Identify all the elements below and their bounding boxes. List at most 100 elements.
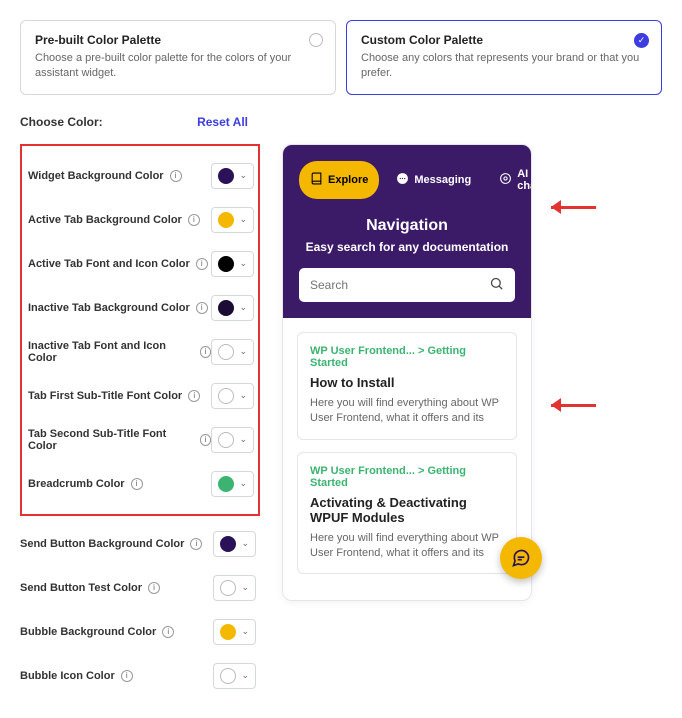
color-swatch — [220, 668, 236, 684]
result-title: How to Install — [310, 375, 504, 390]
color-item: Inactive Tab Background Colori⌄ — [28, 286, 258, 330]
chevron-down-icon: ⌄ — [239, 258, 247, 269]
search-box[interactable] — [299, 268, 515, 302]
preview-title: Navigation — [299, 217, 515, 235]
card-desc: Choose any colors that represents your b… — [361, 51, 647, 82]
tab-explore[interactable]: Explore — [299, 161, 379, 199]
color-item: Tab Second Sub-Title Font Colori ⌄ — [28, 418, 258, 462]
color-picker-button[interactable]: ⌄ — [211, 251, 254, 277]
color-picker-button[interactable]: ⌄ — [211, 339, 254, 365]
tab-label: Explore — [328, 174, 368, 186]
chevron-down-icon: ⌄ — [241, 626, 249, 637]
arrow-icon — [551, 400, 596, 410]
color-picker-button[interactable]: ⌄ — [211, 383, 254, 409]
color-item-label: Tab Second Sub-Title Font Colori — [28, 428, 211, 452]
info-icon[interactable]: i — [131, 478, 143, 490]
highlight-box: Widget Background Colori⌄Active Tab Back… — [20, 144, 260, 516]
bubble-button[interactable] — [500, 537, 542, 579]
chevron-down-icon: ⌄ — [239, 478, 247, 489]
result-title: Activating & Deactivating WPUF Modules — [310, 495, 504, 525]
color-item-label: Bubble Icon Colori — [20, 670, 133, 682]
color-item: Active Tab Background Colori ⌄ — [28, 198, 258, 242]
info-icon[interactable]: i — [196, 302, 208, 314]
info-icon[interactable]: i — [121, 670, 133, 682]
reset-all-button[interactable]: Reset All — [197, 115, 248, 129]
color-item: Breadcrumb Colori ⌄ — [28, 462, 258, 506]
widget-preview: Explore Messaging AI chat Navigation Eas… — [282, 144, 532, 602]
color-picker-button[interactable]: ⌄ — [211, 163, 254, 189]
color-picker-button[interactable]: ⌄ — [213, 619, 256, 645]
color-item-label: Active Tab Font and Icon Colori — [28, 258, 208, 270]
color-item: Widget Background Colori ⌄ — [28, 154, 258, 198]
info-icon[interactable]: i — [188, 214, 200, 226]
color-item-label: Active Tab Background Colori — [28, 214, 200, 226]
color-swatch — [218, 256, 234, 272]
color-picker-button[interactable]: ⌄ — [211, 427, 254, 453]
card-title: Pre-built Color Palette — [35, 33, 321, 47]
tab-aichat[interactable]: AI chat — [488, 161, 532, 199]
color-item-label: Send Button Test Colori — [20, 582, 160, 594]
info-icon[interactable]: i — [148, 582, 160, 594]
radio-icon — [309, 33, 323, 47]
color-item: Bubble Background Colori ⌄ — [20, 610, 260, 654]
custom-palette-card[interactable]: Custom Color Palette Choose any colors t… — [346, 20, 662, 95]
color-picker-button[interactable]: ⌄ — [211, 207, 254, 233]
color-swatch — [220, 536, 236, 552]
info-icon[interactable]: i — [188, 390, 200, 402]
info-icon[interactable]: i — [200, 346, 212, 358]
chat-icon — [511, 548, 531, 568]
tab-label: Messaging — [414, 174, 471, 186]
color-list: Widget Background Colori⌄Active Tab Back… — [20, 144, 260, 698]
color-swatch — [218, 388, 234, 404]
chevron-down-icon: ⌄ — [241, 582, 249, 593]
info-icon[interactable]: i — [200, 434, 212, 446]
color-swatch — [220, 580, 236, 596]
color-item-label: Bubble Background Colori — [20, 626, 174, 638]
color-item-label: Tab First Sub-Title Font Colori — [28, 390, 200, 402]
color-swatch — [218, 212, 234, 228]
chevron-down-icon: ⌄ — [239, 346, 247, 357]
breadcrumb: WP User Frontend... > Getting Started — [310, 345, 504, 369]
color-item-label: Widget Background Colori — [28, 170, 182, 182]
color-swatch — [218, 432, 234, 448]
search-input[interactable] — [310, 278, 489, 292]
color-picker-button[interactable]: ⌄ — [211, 471, 254, 497]
info-icon[interactable]: i — [162, 626, 174, 638]
prebuilt-palette-card[interactable]: Pre-built Color Palette Choose a pre-bui… — [20, 20, 336, 95]
breadcrumb: WP User Frontend... > Getting Started — [310, 465, 504, 489]
color-item: Inactive Tab Font and Icon Colori⌄ — [28, 330, 258, 374]
chevron-down-icon: ⌄ — [239, 434, 247, 445]
color-item-label: Breadcrumb Colori — [28, 478, 143, 490]
card-desc: Choose a pre-built color palette for the… — [35, 51, 321, 82]
chevron-down-icon: ⌄ — [239, 390, 247, 401]
tab-messaging[interactable]: Messaging — [385, 161, 482, 199]
arrow-icon — [551, 202, 596, 212]
color-picker-button[interactable]: ⌄ — [213, 575, 256, 601]
color-swatch — [218, 344, 234, 360]
tab-label: AI chat — [517, 168, 532, 192]
color-swatch — [218, 300, 234, 316]
messaging-icon — [396, 172, 409, 188]
color-swatch — [218, 476, 234, 492]
result-card[interactable]: WP User Frontend... > Getting Started Act… — [297, 452, 517, 575]
color-picker-button[interactable]: ⌄ — [213, 663, 256, 689]
info-icon[interactable]: i — [170, 170, 182, 182]
color-swatch — [218, 168, 234, 184]
chevron-down-icon: ⌄ — [241, 538, 249, 549]
info-icon[interactable]: i — [190, 538, 202, 550]
aichat-icon — [499, 172, 512, 188]
result-desc: Here you will find everything about WP U… — [310, 531, 504, 562]
color-item: Send Button Test Colori ⌄ — [20, 566, 260, 610]
search-icon — [489, 276, 504, 294]
color-picker-button[interactable]: ⌄ — [211, 295, 254, 321]
color-item: Send Button Background Colori⌄ — [20, 522, 260, 566]
chevron-down-icon: ⌄ — [239, 214, 247, 225]
color-picker-button[interactable]: ⌄ — [213, 531, 256, 557]
info-icon[interactable]: i — [196, 258, 208, 270]
result-desc: Here you will find everything about WP U… — [310, 396, 504, 427]
color-item: Bubble Icon Colori ⌄ — [20, 654, 260, 698]
check-icon: ✓ — [634, 33, 649, 48]
color-item: Active Tab Font and Icon Colori ⌄ — [28, 242, 258, 286]
result-card[interactable]: WP User Frontend... > Getting Started How… — [297, 332, 517, 440]
color-swatch — [220, 624, 236, 640]
